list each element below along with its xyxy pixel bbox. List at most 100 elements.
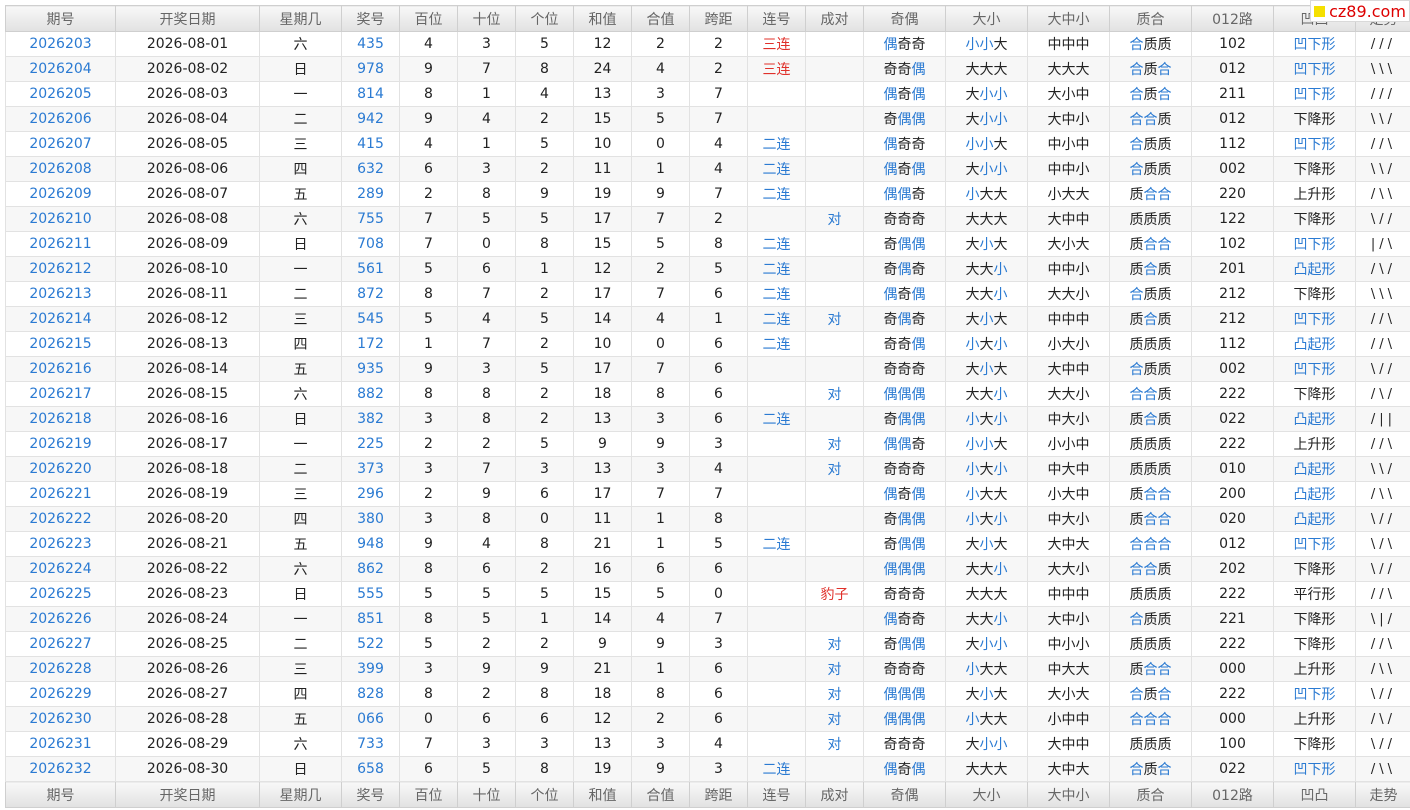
issue-number-link[interactable]: 2026213 [5, 281, 116, 307]
ones-digit: 1 [515, 256, 574, 282]
column-header: 连号 [747, 781, 806, 808]
sum-tail: 0 [631, 131, 690, 157]
winning-number-link[interactable]: 658 [341, 756, 400, 782]
sum-value: 13 [573, 81, 632, 107]
mod3-route: 102 [1191, 231, 1274, 257]
winning-number-link[interactable]: 851 [341, 606, 400, 632]
winning-number-link[interactable]: 415 [341, 131, 400, 157]
winning-number-link[interactable]: 708 [341, 231, 400, 257]
issue-number-link[interactable]: 2026204 [5, 56, 116, 82]
winning-number-link[interactable]: 373 [341, 456, 400, 482]
winning-number-link[interactable]: 935 [341, 356, 400, 382]
ones-digit: 5 [515, 431, 574, 457]
winning-number-link[interactable]: 545 [341, 306, 400, 332]
winning-number-link[interactable]: 289 [341, 181, 400, 207]
issue-number-link[interactable]: 2026214 [5, 306, 116, 332]
shape-pattern: 凹下形 [1273, 356, 1356, 382]
issue-number-link[interactable]: 2026203 [5, 31, 116, 57]
odd-even-pattern: 奇奇奇 [863, 656, 946, 682]
issue-number-link[interactable]: 2026230 [5, 706, 116, 732]
winning-number-link[interactable]: 882 [341, 381, 400, 407]
ones-digit: 8 [515, 56, 574, 82]
big-small-pattern: 大大大 [945, 56, 1028, 82]
winning-number-link[interactable]: 066 [341, 706, 400, 732]
issue-number-link[interactable]: 2026221 [5, 481, 116, 507]
span-value: 6 [689, 281, 748, 307]
issue-number-link[interactable]: 2026207 [5, 131, 116, 157]
issue-number-link[interactable]: 2026211 [5, 231, 116, 257]
issue-number-link[interactable]: 2026217 [5, 381, 116, 407]
winning-number-link[interactable]: 632 [341, 156, 400, 182]
odd-even-pattern: 偶奇偶 [863, 156, 946, 182]
winning-number-link[interactable]: 561 [341, 256, 400, 282]
winning-number-link[interactable]: 872 [341, 281, 400, 307]
tens-digit: 8 [457, 406, 516, 432]
site-watermark[interactable]: cz89.com [1310, 0, 1410, 22]
table-row: 2026218 2026-08-16 日 382 3 8 2 13 3 6 二连 奇偶偶 小大小 中大小质… [5, 406, 1410, 432]
winning-number-link[interactable]: 172 [341, 331, 400, 357]
weekday: 六 [259, 731, 342, 757]
winning-number-link[interactable]: 942 [341, 106, 400, 132]
mod3-route: 112 [1191, 131, 1274, 157]
issue-number-link[interactable]: 2026223 [5, 531, 116, 557]
prime-composite-pattern: 质质质 [1109, 581, 1192, 607]
pair-tag: 对 [805, 306, 864, 332]
odd-even-pattern: 偶奇偶 [863, 81, 946, 107]
issue-number-link[interactable]: 2026220 [5, 456, 116, 482]
winning-number-link[interactable]: 828 [341, 681, 400, 707]
draw-date: 2026-08-24 [115, 606, 260, 632]
winning-number-link[interactable]: 948 [341, 531, 400, 557]
big-mid-small-pattern: 中大中 [1027, 456, 1110, 482]
mod3-route: 221 [1191, 606, 1274, 632]
winning-number-link[interactable]: 435 [341, 31, 400, 57]
mod3-route: 200 [1191, 481, 1274, 507]
issue-number-link[interactable]: 2026210 [5, 206, 116, 232]
issue-number-link[interactable]: 2026222 [5, 506, 116, 532]
column-header: 质合 [1109, 5, 1192, 32]
issue-number-link[interactable]: 2026205 [5, 81, 116, 107]
issue-number-link[interactable]: 2026206 [5, 106, 116, 132]
issue-number-link[interactable]: 2026224 [5, 556, 116, 582]
winning-number-link[interactable]: 978 [341, 56, 400, 82]
winning-number-link[interactable]: 522 [341, 631, 400, 657]
issue-number-link[interactable]: 2026226 [5, 606, 116, 632]
issue-number-link[interactable]: 2026227 [5, 631, 116, 657]
winning-number-link[interactable]: 862 [341, 556, 400, 582]
shape-pattern: 下降形 [1273, 556, 1356, 582]
issue-number-link[interactable]: 2026232 [5, 756, 116, 782]
winning-number-link[interactable]: 555 [341, 581, 400, 607]
issue-number-link[interactable]: 2026229 [5, 681, 116, 707]
table-row: 2026211 2026-08-09 日 708 7 0 8 15 5 8 二连 奇偶偶 大小大 大小大质… [5, 231, 1410, 257]
issue-number-link[interactable]: 2026208 [5, 156, 116, 182]
issue-number-link[interactable]: 2026231 [5, 731, 116, 757]
winning-number-link[interactable]: 814 [341, 81, 400, 107]
issue-number-link[interactable]: 2026212 [5, 256, 116, 282]
winning-number-link[interactable]: 399 [341, 656, 400, 682]
weekday: 六 [259, 206, 342, 232]
issue-number-link[interactable]: 2026218 [5, 406, 116, 432]
prime-composite-pattern: 质合合 [1109, 656, 1192, 682]
trend-glyphs: //\ [1355, 431, 1410, 457]
ones-digit: 8 [515, 756, 574, 782]
sum-tail: 0 [631, 331, 690, 357]
prime-composite-pattern: 合合合 [1109, 531, 1192, 557]
column-header: 星期几 [259, 5, 342, 32]
issue-number-link[interactable]: 2026216 [5, 356, 116, 382]
sum-value: 12 [573, 31, 632, 57]
issue-number-link[interactable]: 2026225 [5, 581, 116, 607]
ones-digit: 5 [515, 131, 574, 157]
ones-digit: 1 [515, 606, 574, 632]
prime-composite-pattern: 合质质 [1109, 281, 1192, 307]
issue-number-link[interactable]: 2026228 [5, 656, 116, 682]
issue-number-link[interactable]: 2026215 [5, 331, 116, 357]
winning-number-link[interactable]: 296 [341, 481, 400, 507]
winning-number-link[interactable]: 382 [341, 406, 400, 432]
table-row: 2026228 2026-08-26 三 399 3 9 9 21 1 6 对奇奇奇 小大大 中大大 质合… [5, 656, 1410, 682]
winning-number-link[interactable]: 380 [341, 506, 400, 532]
consecutive-tag: 二连 [747, 331, 806, 357]
issue-number-link[interactable]: 2026209 [5, 181, 116, 207]
winning-number-link[interactable]: 225 [341, 431, 400, 457]
winning-number-link[interactable]: 733 [341, 731, 400, 757]
issue-number-link[interactable]: 2026219 [5, 431, 116, 457]
winning-number-link[interactable]: 755 [341, 206, 400, 232]
